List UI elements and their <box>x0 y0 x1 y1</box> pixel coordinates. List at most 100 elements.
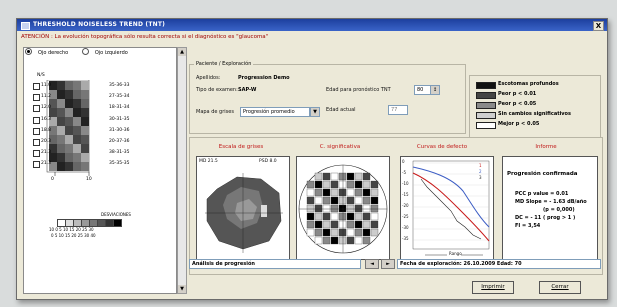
significance-cell <box>346 228 355 237</box>
significance-cell <box>362 172 371 181</box>
deviation-legend-title: DESVIACIONES <box>101 212 131 217</box>
significance-cell <box>370 220 379 229</box>
title-bar: THRESHOLD NOISELESS TREND (TNT) X <box>17 19 607 31</box>
gray-cell <box>81 135 89 144</box>
significance-cell <box>314 220 323 229</box>
significance-cell <box>330 228 339 237</box>
row-checkbox[interactable] <box>33 161 40 169</box>
row-right-value: 27-35-34 <box>109 94 130 100</box>
row-checkbox[interactable] <box>33 94 40 102</box>
gray-cell <box>57 99 65 108</box>
informe-line-4: DC = - 11 ( prog > 1 ) <box>515 215 576 221</box>
informe-line-2: MD Slope = - 1.63 dB/año <box>515 199 587 205</box>
significance-cell <box>354 212 363 221</box>
deviation-legend-row2: 0 5 10 15 20 25 30 40 <box>51 233 96 238</box>
significance-cell <box>354 172 363 181</box>
radio-left-eye[interactable]: Ojo izquierdo <box>81 48 134 56</box>
significance-cell <box>362 228 371 237</box>
row-left-value: 20.3 <box>41 139 52 144</box>
significance-cell <box>306 180 315 189</box>
main-window: THRESHOLD NOISELESS TREND (TNT) X ATENCI… <box>16 18 608 300</box>
significance-cell <box>362 220 371 229</box>
tipo-value: SAP-W <box>238 87 257 93</box>
left-panel-scrollbar[interactable]: ▲ ▼ <box>177 47 187 294</box>
row-checkbox[interactable] <box>33 127 40 135</box>
attention-message: ATENCIÓN : La evolución topográfica sólo… <box>21 34 269 40</box>
significance-cell <box>330 180 339 189</box>
significance-cell <box>354 228 363 237</box>
gray-cell <box>57 90 65 99</box>
edad-actual-field[interactable]: 77 <box>388 105 408 115</box>
significance-cell <box>346 220 355 229</box>
significance-cell <box>306 204 315 213</box>
row-left-value: 11.0 <box>41 83 52 88</box>
significance-cell <box>338 204 347 213</box>
significance-cell <box>330 220 339 229</box>
row-checkbox[interactable] <box>33 116 40 124</box>
grid-header: N/S <box>37 73 45 78</box>
gray-cell <box>73 144 81 153</box>
significance-cell <box>338 212 347 221</box>
gray-cell <box>57 162 65 171</box>
row-right-value: 35-35-35 <box>109 161 130 167</box>
row-checkbox[interactable] <box>33 105 40 113</box>
significance-cell <box>370 204 379 213</box>
significance-cell <box>346 196 355 205</box>
significance-cell <box>330 172 339 181</box>
gray-cell <box>73 108 81 117</box>
scroll-down-icon[interactable]: ▼ <box>178 285 186 293</box>
row-checkbox[interactable] <box>33 139 40 146</box>
radio-right-eye[interactable]: Ojo derecho <box>25 48 74 56</box>
row-checkbox[interactable] <box>33 150 40 158</box>
mapa-select[interactable]: Progresión promedio <box>240 107 310 117</box>
legend-label: Mejor p < 0.05 <box>498 121 540 127</box>
close-window-button[interactable]: X <box>593 21 604 31</box>
scroll-up-icon[interactable]: ▲ <box>178 48 186 56</box>
prev-button[interactable]: ◄ <box>365 259 379 269</box>
next-button[interactable]: ► <box>381 259 395 269</box>
significance-cell <box>346 188 355 197</box>
significance-cell <box>370 196 379 205</box>
row-right-value: 18-31-34 <box>109 105 130 111</box>
print-button[interactable]: Imprimir <box>472 281 514 294</box>
curvas-legend-2: 2 <box>479 169 482 174</box>
informe-line-3: (p = 0,000) <box>543 207 575 213</box>
row-right-value: 31-30-36 <box>109 127 130 133</box>
deviation-swatch <box>113 219 122 227</box>
curvas-xlabel: Rango <box>449 251 462 256</box>
legend-label: Peor p < 0.01 <box>498 91 537 97</box>
spinner-icon[interactable]: ↕ <box>430 85 440 95</box>
significance-cell <box>330 188 339 197</box>
c-significativa-title: C. significativa <box>319 144 361 150</box>
legend-label: Peor p < 0.05 <box>498 101 537 107</box>
significance-cell <box>338 172 347 181</box>
significance-cell <box>362 196 371 205</box>
significance-cell <box>322 172 331 181</box>
significance-cell <box>314 212 323 221</box>
significance-cell <box>362 204 371 213</box>
significance-cell <box>322 196 331 205</box>
gray-cell <box>81 99 89 108</box>
gray-cell <box>65 90 73 99</box>
significance-cell <box>354 236 363 245</box>
close-button[interactable]: Cerrar <box>539 281 581 294</box>
gray-cell <box>81 117 89 126</box>
edad-actual-label: Edad actual <box>326 107 356 113</box>
chevron-down-icon[interactable]: ▼ <box>310 107 320 117</box>
significance-cell <box>314 172 323 181</box>
significance-cell <box>362 212 371 221</box>
gray-cell <box>73 99 81 108</box>
deviation-legend-row1: 10 0 5 10 15 20 25 30 <box>49 227 94 232</box>
significance-cell <box>322 204 331 213</box>
gray-cell <box>57 108 65 117</box>
significance-cell <box>322 180 331 189</box>
significance-cell <box>346 204 355 213</box>
informe-title: Informe <box>535 144 557 150</box>
mapa-label: Mapa de grises <box>196 109 234 115</box>
significance-cell <box>362 236 371 245</box>
gray-cell <box>57 153 65 162</box>
significance-cell <box>322 220 331 229</box>
gray-cell <box>73 90 81 99</box>
row-checkbox[interactable] <box>33 83 40 90</box>
legend-label: Sin cambios significativos <box>498 111 571 117</box>
